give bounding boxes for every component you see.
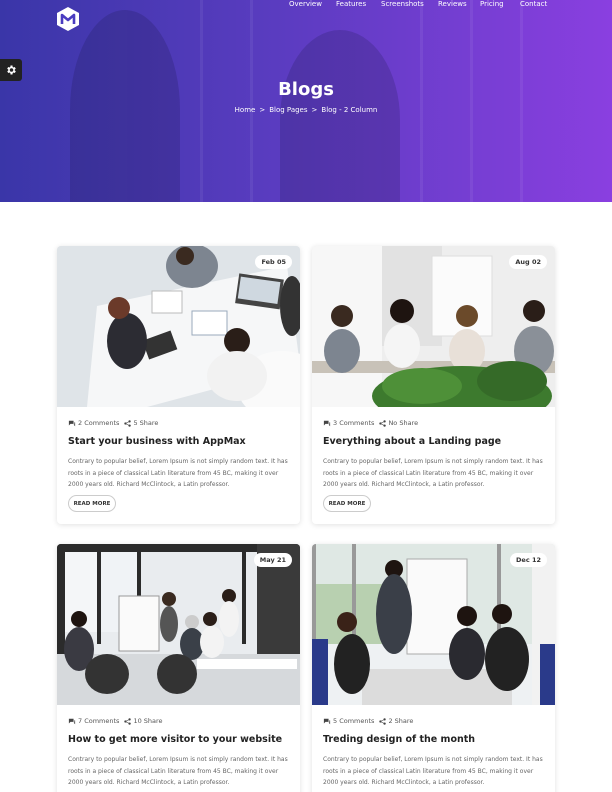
comments-icon <box>323 420 331 426</box>
breadcrumb-home[interactable]: Home <box>235 106 256 114</box>
comments-icon <box>68 718 76 724</box>
post-meta: 2 Comments 5 Share <box>68 419 163 427</box>
nav-features[interactable]: Features <box>336 0 366 8</box>
comments-count[interactable]: 5 Comments <box>333 717 374 725</box>
breadcrumb-blog-pages[interactable]: Blog Pages <box>269 106 307 114</box>
nav-contact[interactable]: Contact <box>520 0 547 8</box>
share-count[interactable]: 10 Share <box>133 717 162 725</box>
hero-background-photo <box>0 0 612 202</box>
brand-logo[interactable] <box>56 6 80 32</box>
post-title[interactable]: Everything about a Landing page <box>323 436 501 447</box>
nav-reviews[interactable]: Reviews <box>438 0 467 8</box>
nav-overview[interactable]: Overview <box>289 0 322 8</box>
post-excerpt: Contrary to popular belief, Lorem Ipsum … <box>323 458 543 488</box>
comments-count[interactable]: 2 Comments <box>78 419 119 427</box>
blog-card: Feb 05 2 Comments 5 Share Start your bus… <box>57 246 300 524</box>
blog-card-image[interactable]: Aug 02 <box>312 246 555 407</box>
post-meta: 7 Comments 10 Share <box>68 717 168 725</box>
settings-toggle-button[interactable] <box>0 59 22 81</box>
blog-card: Aug 02 3 Comments No Share Everything ab… <box>312 246 555 524</box>
hero-banner: Overview Features Screenshots Reviews Pr… <box>0 0 612 202</box>
date-badge: Aug 02 <box>509 255 547 269</box>
breadcrumb-separator: > <box>259 106 266 114</box>
share-count[interactable]: No Share <box>388 419 418 427</box>
share-icon <box>379 419 387 427</box>
read-more-button[interactable]: READ MORE <box>68 495 116 512</box>
page-title: Blogs <box>278 79 334 100</box>
read-more-button[interactable]: READ MORE <box>323 495 371 512</box>
comments-icon <box>68 420 76 426</box>
share-icon <box>379 717 387 725</box>
share-icon <box>124 419 132 427</box>
post-excerpt: Contrary to popular belief, Lorem Ipsum … <box>68 458 288 488</box>
share-icon <box>124 717 132 725</box>
blog-card: May 21 7 Comments 10 Share How to get mo… <box>57 544 300 792</box>
blog-card-image[interactable]: Feb 05 <box>57 246 300 407</box>
date-badge: Feb 05 <box>255 255 292 269</box>
breadcrumb-current: Blog - 2 Column <box>321 106 378 114</box>
post-title[interactable]: Start your business with AppMax <box>68 436 246 447</box>
nav-pricing[interactable]: Pricing <box>480 0 504 8</box>
post-excerpt: Contrary to popular belief, Lorem Ipsum … <box>323 756 543 786</box>
date-badge: Dec 12 <box>510 553 547 567</box>
post-title[interactable]: Treding design of the month <box>323 734 475 745</box>
nav-screenshots[interactable]: Screenshots <box>381 0 424 8</box>
comments-icon <box>323 718 331 724</box>
post-meta: 5 Comments 2 Share <box>323 717 418 725</box>
comments-count[interactable]: 3 Comments <box>333 419 374 427</box>
share-count[interactable]: 2 Share <box>388 717 413 725</box>
breadcrumb: Home > Blog Pages > Blog - 2 Column <box>0 106 612 114</box>
share-count[interactable]: 5 Share <box>133 419 158 427</box>
comments-count[interactable]: 7 Comments <box>78 717 119 725</box>
post-meta: 3 Comments No Share <box>323 419 423 427</box>
date-badge: May 21 <box>253 553 292 567</box>
gear-icon <box>7 65 16 75</box>
post-title[interactable]: How to get more visitor to your website <box>68 734 282 745</box>
blog-card-image[interactable]: Dec 12 <box>312 544 555 705</box>
post-excerpt: Contrary to popular belief, Lorem Ipsum … <box>68 756 288 786</box>
breadcrumb-separator: > <box>311 106 318 114</box>
blog-card: Dec 12 5 Comments 2 Share Treding design… <box>312 544 555 792</box>
blog-card-image[interactable]: May 21 <box>57 544 300 705</box>
